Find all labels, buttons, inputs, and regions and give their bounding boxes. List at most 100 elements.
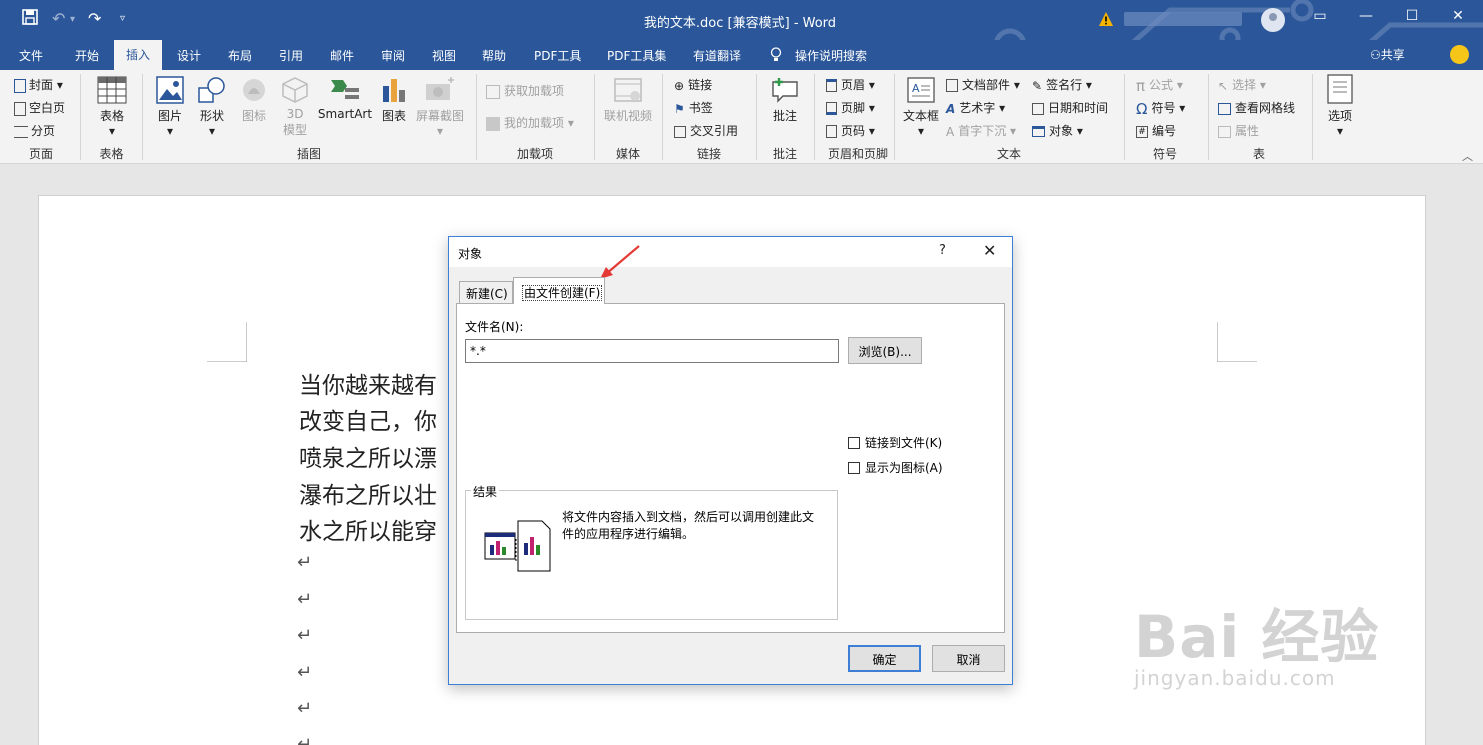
smiley-icon[interactable]	[1450, 45, 1469, 64]
quick-parts-button[interactable]: 文档部件 ▾	[946, 76, 1020, 93]
cross-reference-button[interactable]: 交叉引用	[674, 122, 738, 139]
textbox-button[interactable]: A 文本框 ▾	[900, 76, 942, 138]
tab-help[interactable]: 帮助	[482, 47, 506, 64]
filename-input[interactable]: *.*	[465, 339, 839, 363]
display-as-icon-checkbox[interactable]: 显示为图标(A)	[848, 459, 943, 476]
separator	[476, 74, 477, 160]
browse-button[interactable]: 浏览(B)...	[848, 337, 922, 364]
tab-create-new[interactable]: 新建(C)	[459, 281, 513, 303]
result-label: 结果	[471, 483, 500, 500]
view-gridlines-button[interactable]: 查看网格线	[1218, 99, 1295, 116]
quick-parts-icon	[946, 79, 958, 92]
pictures-button[interactable]: 图片 ▾	[150, 76, 190, 138]
shapes-button[interactable]: 形状 ▾	[192, 76, 232, 138]
comment-button[interactable]: 批注	[764, 76, 806, 124]
chart-button[interactable]: 图表	[376, 76, 412, 124]
undo-icon[interactable]: ↶	[52, 9, 65, 28]
collapse-ribbon-icon[interactable]: ︿	[1462, 148, 1473, 164]
ribbon-display-icon[interactable]: ▭	[1308, 8, 1332, 24]
signature-icon: ✎	[1032, 78, 1043, 93]
number-button[interactable]: # 编号	[1136, 122, 1176, 139]
maximize-icon[interactable]: ☐	[1400, 8, 1424, 24]
cover-page-button[interactable]: 封面 ▾	[14, 76, 63, 93]
header-button[interactable]: 页眉 ▾	[826, 76, 875, 93]
properties-button[interactable]: 属性	[1218, 122, 1259, 139]
ok-button[interactable]: 确定	[848, 645, 921, 672]
word-window: ↶ ▾ ↷ ▿ 我的文本.doc [兼容模式] - Word ▭ — ☐ ✕ 文…	[0, 0, 1483, 745]
equation-button[interactable]: π 公式 ▾	[1136, 76, 1183, 95]
tab-home[interactable]: 开始	[75, 47, 99, 64]
page-number-button[interactable]: 页码 ▾	[826, 122, 875, 139]
person-icon: ⚇	[1370, 48, 1381, 62]
number-icon: #	[1136, 125, 1148, 138]
get-addins-button[interactable]: 获取加载项	[486, 82, 564, 99]
group-label-symbols: 符号	[1152, 147, 1177, 161]
table-icon	[97, 76, 127, 104]
drop-cap-button[interactable]: A 首字下沉 ▾	[946, 122, 1016, 139]
my-addins-button[interactable]: 我的加载项 ▾	[486, 114, 574, 131]
group-label-table: 表	[1252, 147, 1265, 161]
tab-mailings[interactable]: 邮件	[330, 47, 354, 64]
tab-insert[interactable]: 插入	[114, 40, 163, 70]
page-number-icon	[826, 125, 837, 138]
cube-icon	[282, 77, 308, 103]
group-label-text: 文本	[996, 147, 1021, 161]
tab-design[interactable]: 设计	[177, 47, 201, 64]
result-group: 结果 将文件内容插入到文档，然后可以调用创建此文件的应用程序进行编辑。	[465, 483, 838, 620]
group-label-addins: 加载项	[516, 147, 553, 161]
tab-create-from-file[interactable]: 由文件创建(F)	[513, 277, 605, 304]
link-to-file-checkbox[interactable]: 链接到文件(K)	[848, 434, 942, 451]
select-button[interactable]: ↖ 选择 ▾	[1218, 76, 1266, 93]
lightbulb-icon[interactable]	[770, 47, 782, 65]
avatar[interactable]	[1261, 8, 1285, 32]
close-window-icon[interactable]: ✕	[1446, 8, 1470, 24]
3d-models-button[interactable]: 3D 模型	[276, 76, 314, 138]
cancel-button[interactable]: 取消	[932, 645, 1005, 672]
tab-pdf-toolset[interactable]: PDF工具集	[607, 47, 666, 64]
tab-panel: 文件名(N): *.* 浏览(B)... 链接到文件(K) 显示为图标(A) 结…	[456, 303, 1005, 633]
tab-file[interactable]: 文件	[19, 47, 43, 64]
smartart-button[interactable]: SmartArt	[316, 76, 374, 121]
omega-icon: Ω	[1136, 99, 1148, 118]
symbol-button[interactable]: Ω 符号 ▾	[1136, 99, 1185, 118]
tab-pdf-tools[interactable]: PDF工具	[534, 47, 581, 64]
minimize-icon[interactable]: —	[1354, 8, 1378, 24]
wordart-button[interactable]: A 艺术字 ▾	[946, 99, 1005, 116]
paragraph-mark: ↵	[297, 625, 313, 646]
save-icon[interactable]	[22, 9, 38, 29]
page-break-button[interactable]: 分页	[14, 122, 55, 139]
bookmark-button[interactable]: ⚑ 书签	[674, 99, 713, 116]
separator	[1208, 74, 1209, 160]
link-button[interactable]: ⊕ 链接	[674, 76, 712, 93]
redo-icon[interactable]: ↷	[88, 9, 101, 28]
help-button[interactable]: ?	[939, 243, 946, 258]
undo-dropdown-icon[interactable]: ▾	[70, 14, 75, 25]
tell-me-search[interactable]: 操作说明搜索	[795, 47, 867, 64]
separator	[1124, 74, 1125, 160]
blank-page-icon	[14, 101, 26, 116]
tab-review[interactable]: 审阅	[381, 47, 405, 64]
group-label-tables: 表格	[99, 147, 124, 161]
store-icon	[486, 84, 500, 99]
options-button[interactable]: 选项 ▾	[1320, 74, 1360, 138]
share-button[interactable]: ⚇共享	[1370, 46, 1405, 63]
separator	[1312, 74, 1313, 160]
tab-view[interactable]: 视图	[432, 47, 456, 64]
date-time-button[interactable]: 日期和时间	[1032, 99, 1108, 116]
tab-youdao[interactable]: 有道翻译	[693, 47, 741, 64]
footer-button[interactable]: 页脚 ▾	[826, 99, 875, 116]
tab-layout[interactable]: 布局	[228, 47, 252, 64]
online-video-button[interactable]: 联机视频	[600, 76, 656, 124]
blank-page-button[interactable]: 空白页	[14, 99, 65, 116]
object-button[interactable]: 对象 ▾	[1032, 122, 1083, 139]
dialog-close-button[interactable]: ✕	[983, 241, 996, 260]
screenshot-button[interactable]: 屏幕截图 ▾	[414, 76, 466, 138]
crop-mark-right	[1217, 322, 1257, 362]
shapes-icon	[198, 77, 225, 103]
signature-line-button[interactable]: ✎ 签名行 ▾	[1032, 76, 1092, 93]
tab-references[interactable]: 引用	[279, 47, 303, 64]
icons-button[interactable]: 图标	[236, 76, 272, 124]
customize-qat-icon[interactable]: ▿	[120, 13, 125, 24]
warning-icon[interactable]	[1098, 11, 1114, 27]
table-button[interactable]: 表格 ▾	[90, 76, 134, 138]
